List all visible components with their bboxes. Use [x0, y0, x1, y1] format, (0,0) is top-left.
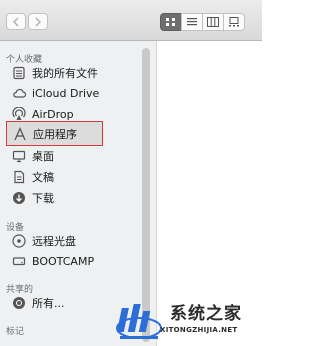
columns-icon — [207, 17, 219, 27]
sidebar-item-label: 桌面 — [32, 150, 54, 163]
gallery-view-button[interactable] — [223, 13, 245, 31]
sidebar-item-label: BOOTCAMP — [32, 254, 95, 268]
sidebar-item-desktop[interactable]: 桌面 — [6, 146, 140, 166]
sidebar-item-label: 下载 — [32, 192, 54, 205]
sidebar-item-bootcamp[interactable]: BOOTCAMP — [6, 251, 140, 271]
airdrop-icon — [12, 107, 26, 121]
back-button[interactable] — [6, 13, 26, 30]
sidebar-item-label: 文稿 — [32, 171, 54, 184]
sidebar-item-label: 远程光盘 — [32, 235, 76, 248]
sidebar-item-label: 所有... — [32, 297, 65, 310]
sidebar-item-icloud-drive[interactable]: iCloud Drive — [6, 83, 140, 103]
documents-icon — [12, 170, 26, 184]
view-switcher — [160, 13, 245, 31]
network-icon — [12, 296, 26, 310]
icon-view-button[interactable] — [160, 13, 182, 31]
sidebar-item-remote-disc[interactable]: 远程光盘 — [6, 231, 140, 251]
grid-icon — [166, 18, 175, 26]
downloads-icon — [12, 191, 26, 205]
drive-icon — [12, 254, 26, 268]
sidebar-item-label: 我的所有文件 — [32, 67, 98, 80]
watermark-url: XITONGZHIJIA.NET — [160, 326, 238, 334]
sidebar-item-downloads[interactable]: 下载 — [6, 188, 140, 208]
finder-toolbar — [0, 0, 262, 41]
disc-icon — [12, 234, 26, 248]
sidebar-item-label: 应用程序 — [33, 127, 77, 141]
column-view-button[interactable] — [202, 13, 224, 31]
sidebar-item-label: AirDrop — [32, 107, 74, 121]
tags-header: 标记 — [6, 327, 25, 337]
watermark-title: 系统之家 — [170, 304, 242, 324]
gallery-icon — [229, 17, 239, 27]
list-view-button[interactable] — [181, 13, 203, 31]
cloud-icon — [12, 86, 26, 100]
sidebar-item-applications[interactable]: 应用程序 — [6, 121, 103, 146]
sidebar-item-all-files[interactable]: 我的所有文件 — [6, 63, 140, 83]
list-icon — [187, 18, 197, 26]
applications-icon — [13, 126, 27, 141]
desktop-icon — [12, 149, 26, 163]
sidebar-item-label: iCloud Drive — [32, 86, 100, 100]
sidebar-item-documents[interactable]: 文稿 — [6, 167, 140, 187]
site-watermark: 系统之家 XITONGZHIJIA.NET — [110, 296, 262, 346]
chevron-right-icon — [35, 17, 41, 26]
forward-button[interactable] — [28, 13, 48, 30]
all-files-icon — [12, 66, 26, 80]
chevron-left-icon — [13, 17, 19, 26]
watermark-logo-icon — [116, 304, 162, 339]
